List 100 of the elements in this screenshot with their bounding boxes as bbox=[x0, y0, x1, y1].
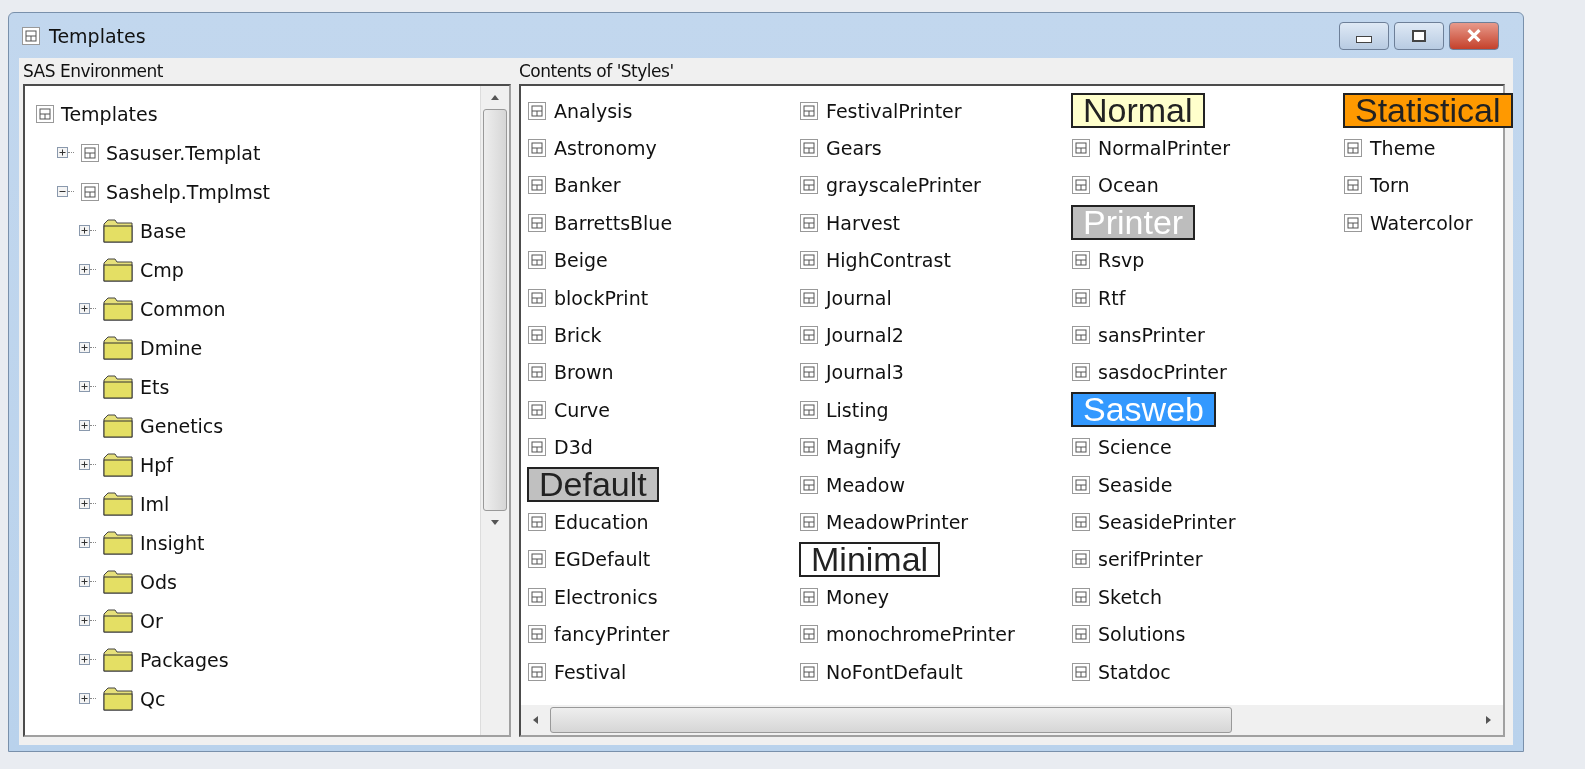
list-item[interactable]: Torn bbox=[1370, 174, 1410, 197]
expand-toggle[interactable] bbox=[79, 225, 90, 236]
tree-item[interactable]: Iml bbox=[140, 492, 170, 515]
template-icon bbox=[527, 100, 547, 121]
expand-toggle[interactable] bbox=[79, 342, 90, 353]
list-item[interactable]: Harvest bbox=[826, 211, 901, 234]
scroll-down-icon[interactable] bbox=[491, 520, 499, 525]
list-item[interactable]: SeasidePrinter bbox=[1098, 511, 1236, 533]
scroll-up-icon[interactable] bbox=[491, 95, 499, 100]
template-icon bbox=[1071, 362, 1091, 383]
expand-toggle[interactable] bbox=[79, 303, 90, 314]
expand-toggle[interactable] bbox=[79, 459, 90, 470]
list-item[interactable]: sansPrinter bbox=[1098, 324, 1205, 347]
list-item[interactable]: Rtf bbox=[1098, 286, 1126, 309]
list-item[interactable]: Statdoc bbox=[1098, 660, 1171, 683]
template-icon bbox=[799, 512, 819, 532]
tree-item[interactable]: Hpf bbox=[140, 453, 174, 476]
tree-item[interactable]: Cmp bbox=[140, 258, 184, 281]
expand-toggle[interactable] bbox=[79, 693, 90, 704]
list-item[interactable]: MeadowPrinter bbox=[826, 511, 969, 533]
tree-item[interactable]: Or bbox=[140, 609, 163, 632]
template-icon bbox=[799, 474, 819, 495]
minimize-button[interactable] bbox=[1339, 21, 1389, 50]
tree-item[interactable]: Sasuser.Templat bbox=[106, 141, 261, 164]
list-item[interactable]: EGDefault bbox=[554, 548, 651, 571]
list-item[interactable]: serifPrinter bbox=[1098, 548, 1203, 571]
list-item[interactable]: D3d bbox=[554, 436, 593, 459]
panel-title: SAS Environment bbox=[23, 60, 164, 83]
list-item[interactable]: Curve bbox=[554, 398, 611, 421]
list-item[interactable]: fancyPrinter bbox=[554, 623, 670, 646]
tree-item[interactable]: Ets bbox=[140, 375, 170, 398]
list-item[interactable]: Astronomy bbox=[554, 137, 657, 160]
list-item[interactable]: Journal bbox=[826, 286, 892, 309]
list-item[interactable]: Watercolor bbox=[1370, 211, 1473, 234]
expand-toggle[interactable] bbox=[79, 537, 90, 548]
list-item[interactable]: Science bbox=[1098, 436, 1172, 459]
folder-icon bbox=[102, 373, 134, 400]
list-item[interactable]: HighContrast bbox=[826, 249, 951, 272]
list-item[interactable]: FestivalPrinter bbox=[826, 99, 962, 122]
tree-item[interactable]: Insight bbox=[140, 531, 205, 554]
list-item[interactable]: Education bbox=[554, 511, 649, 533]
list-item[interactable]: Journal2 bbox=[826, 324, 904, 347]
list-item[interactable]: Gears bbox=[826, 137, 882, 160]
folder-icon bbox=[102, 451, 134, 478]
list-item[interactable]: Meadow bbox=[826, 473, 905, 496]
tree-item[interactable]: Ods bbox=[140, 570, 177, 593]
scroll-left-icon[interactable] bbox=[533, 716, 538, 724]
expand-toggle[interactable] bbox=[79, 381, 90, 392]
tree-item[interactable]: Dmine bbox=[140, 336, 203, 359]
list-item[interactable]: Listing bbox=[826, 398, 889, 421]
list-item[interactable]: Money bbox=[826, 585, 889, 608]
template-icon bbox=[80, 142, 100, 163]
list-item[interactable]: Magnify bbox=[826, 436, 902, 459]
close-button[interactable] bbox=[1449, 21, 1499, 50]
list-item[interactable]: blockPrint bbox=[554, 286, 649, 309]
list-item[interactable]: Sketch bbox=[1098, 585, 1162, 608]
list-item[interactable]: grayscalePrinter bbox=[826, 174, 981, 197]
horizontal-scrollbar[interactable] bbox=[521, 705, 1503, 735]
list-item[interactable]: NoFontDefault bbox=[826, 660, 963, 683]
tree-item[interactable]: Sashelp.Tmplmst bbox=[106, 180, 271, 203]
list-item[interactable]: Electronics bbox=[554, 585, 658, 608]
expand-toggle[interactable] bbox=[79, 615, 90, 626]
expand-toggle[interactable] bbox=[79, 420, 90, 431]
list-item[interactable]: Beige bbox=[554, 249, 608, 272]
template-icon bbox=[799, 175, 819, 196]
expand-toggle[interactable] bbox=[79, 654, 90, 665]
folder-icon bbox=[102, 529, 134, 556]
list-item[interactable]: monochromePrinter bbox=[826, 623, 1015, 646]
list-item[interactable]: Theme bbox=[1370, 137, 1436, 160]
template-icon bbox=[80, 181, 100, 202]
maximize-button[interactable] bbox=[1394, 21, 1444, 50]
expand-toggle[interactable] bbox=[57, 147, 68, 158]
list-item[interactable]: Ocean bbox=[1098, 174, 1159, 197]
list-item[interactable]: Seaside bbox=[1098, 473, 1173, 496]
vertical-scrollbar[interactable] bbox=[480, 86, 509, 735]
template-icon bbox=[799, 325, 819, 346]
list-item[interactable]: Brown bbox=[554, 361, 614, 384]
tree-item[interactable]: Packages bbox=[140, 648, 229, 671]
tree-item[interactable]: Base bbox=[140, 219, 187, 242]
scroll-right-icon[interactable] bbox=[1486, 716, 1491, 724]
list-item[interactable]: NormalPrinter bbox=[1098, 137, 1230, 160]
list-item[interactable]: Rsvp bbox=[1098, 249, 1145, 272]
tree-item[interactable]: Common bbox=[140, 297, 226, 320]
list-item[interactable]: Journal3 bbox=[826, 361, 904, 384]
list-item[interactable]: sasdocPrinter bbox=[1098, 361, 1227, 384]
list-item[interactable]: Banker bbox=[554, 174, 621, 197]
tree-item[interactable]: Genetics bbox=[140, 414, 224, 437]
template-icon bbox=[1071, 287, 1091, 308]
expand-toggle[interactable] bbox=[79, 576, 90, 587]
collapse-toggle[interactable] bbox=[57, 186, 68, 197]
list-item[interactable]: BarrettsBlue bbox=[554, 211, 673, 234]
tree-item[interactable]: Templates bbox=[61, 102, 158, 125]
list-item[interactable]: Solutions bbox=[1098, 623, 1186, 646]
list-item[interactable]: Festival bbox=[554, 660, 627, 683]
list-item[interactable]: Brick bbox=[554, 324, 602, 347]
expand-toggle[interactable] bbox=[79, 498, 90, 509]
expand-toggle[interactable] bbox=[79, 264, 90, 275]
template-icon bbox=[1071, 138, 1091, 159]
list-item[interactable]: Analysis bbox=[554, 99, 633, 122]
tree-item[interactable]: Qc bbox=[140, 687, 166, 710]
